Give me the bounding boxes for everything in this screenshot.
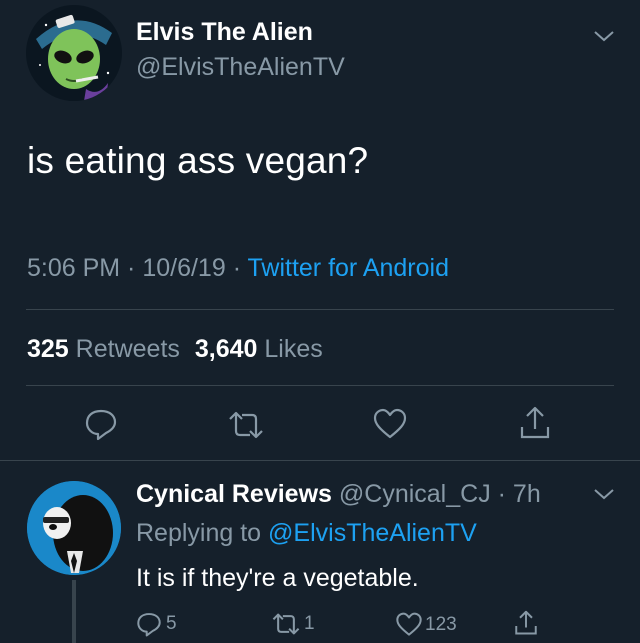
replying-to-prefix: Replying to [136, 519, 269, 547]
reply-author-avatar[interactable] [27, 481, 121, 575]
share-icon[interactable] [519, 405, 551, 441]
meta-separator: · [225, 254, 248, 282]
likes-label: Likes [264, 335, 323, 363]
chevron-down-icon[interactable] [592, 28, 616, 49]
reply-chevron-down-icon[interactable] [592, 486, 616, 507]
author-avatar[interactable] [26, 5, 122, 101]
retweets-stat[interactable]: 325 Retweets [27, 335, 187, 363]
divider [0, 460, 640, 461]
retweet-icon[interactable] [226, 411, 266, 439]
reply-share-action[interactable] [514, 609, 538, 642]
replying-to-handle[interactable]: @ElvisTheAlienTV [268, 519, 477, 547]
like-count: 123 [425, 613, 457, 635]
reply-count: 5 [166, 613, 177, 634]
likes-stat[interactable]: 3,640 Likes [195, 335, 323, 363]
reply-icon[interactable] [84, 407, 118, 441]
divider [26, 309, 614, 310]
dog-avatar-image [27, 481, 121, 575]
alien-avatar-image [26, 5, 122, 101]
share-icon [515, 610, 537, 635]
like-icon [396, 612, 422, 636]
reply-author-name[interactable]: Cynical Reviews [136, 480, 332, 508]
reply-like-action[interactable]: 123 [395, 612, 457, 637]
tweet-time: 5:06 PM [27, 254, 121, 282]
retweet-count: 1 [304, 613, 315, 634]
reply-icon [137, 613, 161, 637]
meta-separator: · [120, 254, 143, 282]
thread-line [72, 580, 76, 643]
likes-count: 3,640 [194, 335, 258, 363]
reply-reply-action[interactable]: 5 [136, 611, 177, 637]
retweets-count: 325 [27, 335, 69, 363]
tweet-date: 10/6/19 [142, 254, 226, 282]
reply-header: Cynical Reviews @Cynical_CJ · 7h [136, 480, 541, 509]
tweet-meta: 5:06 PM · 10/6/19 · Twitter for Android [27, 254, 449, 283]
tweet-stats: 325 Retweets 3,640 Likes [27, 335, 323, 364]
reply-time[interactable]: 7h [513, 480, 541, 508]
reply-time-separator: · [490, 480, 513, 508]
reply-author-handle[interactable]: @Cynical_CJ [339, 480, 491, 508]
author-handle[interactable]: @ElvisTheAlienTV [136, 53, 345, 82]
author-name[interactable]: Elvis The Alien [136, 18, 313, 47]
replying-to-line: Replying to @ElvisTheAlienTV [136, 519, 477, 548]
like-icon[interactable] [372, 408, 408, 440]
reply-text: It is if they're a vegetable. [136, 564, 419, 592]
retweets-label: Retweets [75, 335, 180, 363]
tweet-text: is eating ass vegan? [27, 140, 369, 181]
divider [26, 385, 614, 386]
tweet-source-link[interactable]: Twitter for Android [248, 254, 449, 282]
reply-retweet-action[interactable]: 1 [270, 613, 315, 635]
retweet-icon [272, 613, 300, 635]
